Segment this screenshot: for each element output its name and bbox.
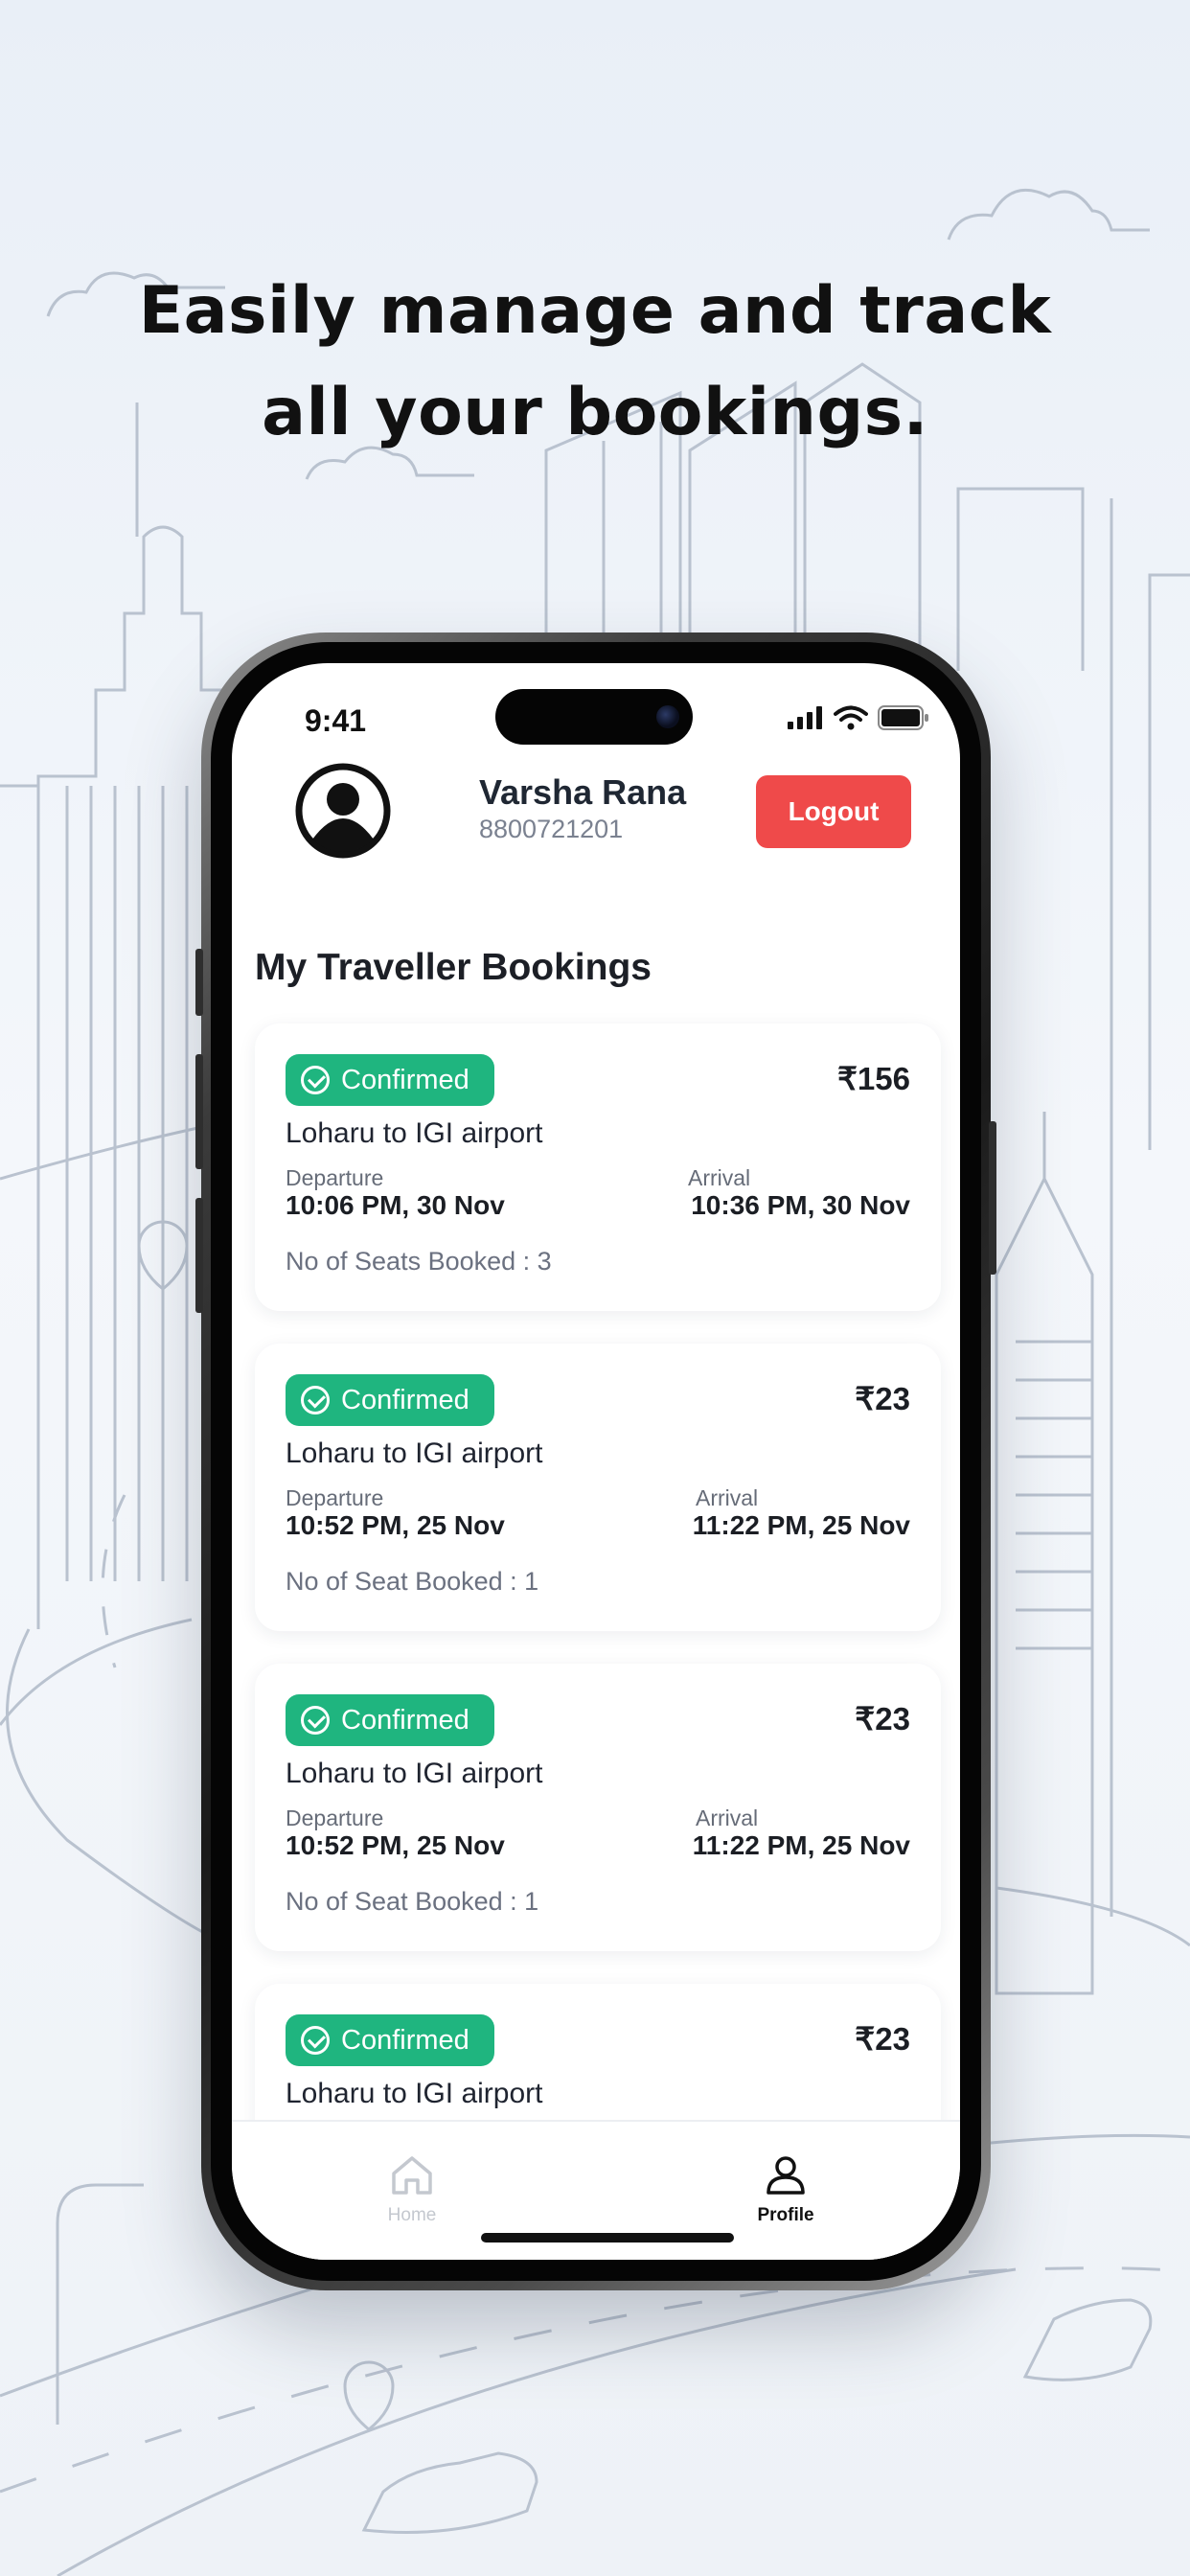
user-icon (767, 2156, 805, 2195)
section-title: My Traveller Bookings (255, 947, 652, 988)
status-badge: Confirmed (286, 1374, 494, 1426)
status-label: Confirmed (341, 2024, 469, 2056)
booking-price: ₹156 (836, 1061, 910, 1096)
departure-time: 10:06 PM, 30 Nov (286, 1190, 505, 1220)
check-circle-icon (301, 1706, 330, 1735)
check-circle-icon (301, 1066, 330, 1094)
booking-route: Loharu to IGI airport (286, 2078, 543, 2109)
status-badge: Confirmed (286, 2014, 494, 2066)
status-label: Confirmed (341, 1384, 469, 1415)
tab-home[interactable]: Home (355, 2154, 469, 2226)
status-icons (788, 705, 929, 730)
booking-price: ₹23 (855, 2021, 910, 2057)
seats-booked: No of Seat Booked : 1 (286, 1887, 539, 1916)
status-badge: Confirmed (286, 1694, 494, 1746)
status-badge: Confirmed (286, 1054, 494, 1106)
arrival-time: 11:22 PM, 25 Nov (692, 1830, 910, 1860)
check-circle-icon (301, 1386, 330, 1414)
arrival-label: Arrival (696, 1806, 759, 1830)
departure-label: Departure (286, 1165, 384, 1190)
headline: Easily manage and track all your booking… (0, 261, 1190, 464)
user-name: Varsha Rana (479, 772, 687, 812)
app-screen: 9:41 Varsha Rana 8800721201 Logout My Tr… (232, 663, 960, 2260)
departure-label: Departure (286, 1806, 384, 1830)
headline-line-2: all your bookings. (262, 375, 928, 450)
phone-side-button (195, 949, 203, 1016)
arrival-label: Arrival (696, 1485, 759, 1510)
user-phone: 8800721201 (479, 815, 624, 843)
home-indicator (481, 2233, 734, 2242)
phone-volume-down-button (195, 1198, 203, 1313)
booking-route: Loharu to IGI airport (286, 1438, 543, 1469)
check-circle-icon (301, 2026, 330, 2055)
wifi-icon (834, 705, 868, 730)
status-time: 9:41 (305, 703, 367, 738)
departure-label: Departure (286, 1485, 384, 1510)
departure-time: 10:52 PM, 25 Nov (286, 1830, 505, 1860)
phone-power-button (989, 1121, 996, 1275)
logout-button[interactable]: Logout (756, 775, 911, 848)
booking-price: ₹23 (855, 1701, 910, 1736)
dynamic-island (495, 689, 693, 745)
booking-route: Loharu to IGI airport (286, 1117, 543, 1149)
home-icon (392, 2156, 432, 2195)
departure-time: 10:52 PM, 25 Nov (286, 1510, 505, 1540)
arrival-time: 11:22 PM, 25 Nov (692, 1510, 910, 1540)
phone-volume-up-button (195, 1054, 203, 1169)
headline-line-1: Easily manage and track (138, 273, 1052, 349)
phone-frame: 9:41 Varsha Rana 8800721201 Logout My Tr… (195, 632, 996, 2290)
tab-profile-label: Profile (757, 2205, 814, 2225)
booking-price: ₹23 (855, 1381, 910, 1416)
status-label: Confirmed (341, 1064, 469, 1095)
seats-booked: No of Seats Booked : 3 (286, 1247, 552, 1276)
arrival-label: Arrival (688, 1165, 751, 1190)
status-label: Confirmed (341, 1704, 469, 1736)
tab-home-label: Home (387, 2205, 437, 2225)
cellular-signal-icon (788, 706, 822, 729)
booking-card[interactable]: Confirmed ₹23 Loharu to IGI airport Depa… (255, 1664, 941, 1951)
booking-card[interactable]: Confirmed ₹23 Loharu to IGI airport Depa… (255, 1344, 941, 1631)
arrival-time: 10:36 PM, 30 Nov (691, 1190, 910, 1220)
avatar-icon (295, 763, 391, 859)
booking-card[interactable]: Confirmed ₹156 Loharu to IGI airport Dep… (255, 1024, 941, 1311)
booking-route: Loharu to IGI airport (286, 1758, 543, 1789)
camera-icon (656, 705, 679, 728)
battery-icon (878, 705, 928, 730)
tab-profile[interactable]: Profile (728, 2154, 843, 2226)
seats-booked: No of Seat Booked : 1 (286, 1567, 539, 1596)
bottom-tab-bar: Home Profile (232, 2120, 960, 2260)
